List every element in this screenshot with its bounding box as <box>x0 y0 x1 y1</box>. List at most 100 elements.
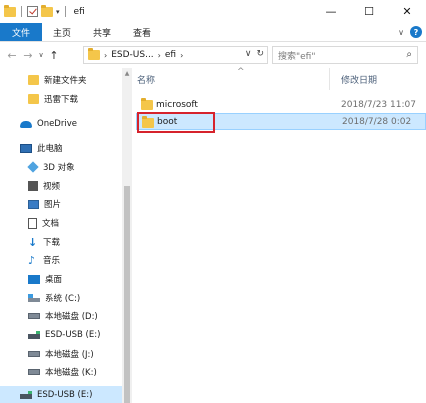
sidebar-item-this-pc[interactable]: 此电脑 <box>20 139 63 157</box>
drive-icon <box>28 313 40 319</box>
navigation-bar: ← → ∨ ↑ › ESD-US... › efi › ∨ ↻ 搜索"efi" … <box>0 42 426 68</box>
computer-icon <box>20 143 32 153</box>
sidebar-item-label: 本地磁盘 (J:) <box>45 350 94 360</box>
drive-icon <box>28 351 40 357</box>
recent-locations-button[interactable]: ∨ <box>36 51 46 59</box>
customize-toolbar-icon[interactable]: ▾ <box>56 8 60 16</box>
sidebar-item-label: 此电脑 <box>37 144 63 154</box>
folder-icon <box>142 116 154 128</box>
scrollbar-thumb[interactable] <box>124 186 130 403</box>
ribbon-controls: ∨ ? <box>398 26 422 38</box>
up-button[interactable]: ↑ <box>46 49 62 62</box>
column-header-name[interactable]: 名称 ^ <box>137 67 327 90</box>
sidebar-item-label: 3D 对象 <box>43 163 75 173</box>
scroll-up-icon[interactable]: ▲ <box>122 70 132 77</box>
breadcrumb-separator-icon[interactable]: › <box>180 51 183 60</box>
sidebar-item-onedrive[interactable]: OneDrive <box>20 115 77 133</box>
sidebar-item-desktop[interactable]: 桌面 <box>28 270 62 288</box>
sidebar-item-label: 系统 (C:) <box>45 294 81 304</box>
sidebar-item-label: 桌面 <box>45 275 63 285</box>
file-row-microsoft[interactable]: microsoft 2018/7/23 11:07 <box>136 96 426 113</box>
ribbon-tabs: 文件 主页 共享 查看 ∨ ? <box>0 23 426 42</box>
navigation-pane: 新建文件夹 迅雷下载 OneDrive 此电脑 3D 对象 视频 图片 文档 ↓… <box>0 68 122 403</box>
window-controls: — ☐ ✕ <box>312 0 426 23</box>
search-input[interactable]: 搜索"efi" ⌕ <box>272 46 418 64</box>
file-modified-date: 2018/7/23 11:07 <box>341 99 416 110</box>
sidebar-item-3d-objects[interactable]: 3D 对象 <box>27 158 75 176</box>
title-bar: ▾ efi — ☐ ✕ <box>0 0 426 23</box>
tab-file[interactable]: 文件 <box>0 23 43 41</box>
sidebar-item-drive-d[interactable]: 本地磁盘 (D:) <box>28 307 98 325</box>
sidebar-item-label: 下载 <box>43 238 61 248</box>
sidebar-item-label: 音乐 <box>43 256 61 266</box>
search-placeholder: 搜索"efi" <box>278 51 316 62</box>
usb-drive-icon <box>28 331 40 339</box>
window-title: efi <box>73 6 85 17</box>
close-button[interactable]: ✕ <box>388 0 426 23</box>
folder-icon <box>28 75 39 85</box>
sidebar-item-usb-root[interactable]: ESD-USB (E:) <box>0 386 122 403</box>
pictures-icon <box>28 199 39 209</box>
address-bar[interactable]: › ESD-US... › efi › ∨ ↻ <box>83 46 268 64</box>
forward-button[interactable]: → <box>20 49 36 62</box>
address-dropdown-icon[interactable]: ∨ <box>245 49 252 59</box>
sidebar-item-downloads[interactable]: ↓ 下载 <box>28 233 60 251</box>
tab-view[interactable]: 查看 <box>122 23 162 41</box>
search-icon[interactable]: ⌕ <box>406 49 412 60</box>
divider <box>64 6 66 17</box>
sidebar-item-label: ESD-USB (E:) <box>37 390 93 400</box>
breadcrumb-separator-icon[interactable]: › <box>158 51 161 60</box>
address-controls: ∨ ↻ <box>245 49 264 59</box>
music-icon: ♪ <box>28 253 36 267</box>
sidebar-item-label: ESD-USB (E:) <box>45 330 101 340</box>
sidebar-item-label: 新建文件夹 <box>44 76 87 86</box>
new-folder-icon[interactable] <box>41 4 53 17</box>
sidebar-scrollbar[interactable]: ▲ <box>122 68 132 403</box>
sidebar-item-label: 迅雷下载 <box>44 95 79 105</box>
sidebar-item-xunlei[interactable]: 迅雷下载 <box>28 90 78 108</box>
minimize-button[interactable]: — <box>312 0 350 23</box>
back-button[interactable]: ← <box>4 49 20 62</box>
sidebar-item-label: 本地磁盘 (K:) <box>45 368 97 378</box>
sidebar-item-drive-e[interactable]: ESD-USB (E:) <box>28 326 100 344</box>
column-divider[interactable] <box>329 68 330 90</box>
sidebar-item-videos[interactable]: 视频 <box>28 177 60 195</box>
sidebar-item-new-folder[interactable]: 新建文件夹 <box>28 71 87 89</box>
file-row-boot[interactable]: boot 2018/7/28 0:02 <box>136 112 426 133</box>
3d-objects-icon <box>27 161 39 173</box>
sort-ascending-icon: ^ <box>237 67 245 77</box>
sidebar-item-music[interactable]: ♪ 音乐 <box>28 251 60 269</box>
folder-icon <box>141 98 153 110</box>
cloud-icon <box>20 120 32 128</box>
sidebar-item-drive-k[interactable]: 本地磁盘 (K:) <box>28 363 97 381</box>
help-icon[interactable]: ? <box>410 26 422 38</box>
sidebar-item-drive-j[interactable]: 本地磁盘 (J:) <box>28 345 94 363</box>
maximize-button[interactable]: ☐ <box>350 0 388 23</box>
breadcrumb-separator-icon[interactable]: › <box>104 51 107 60</box>
desktop-icon <box>28 274 40 284</box>
breadcrumb-item[interactable]: efi <box>165 50 176 60</box>
tab-home[interactable]: 主页 <box>42 23 82 41</box>
tab-share[interactable]: 共享 <box>82 23 122 41</box>
sidebar-item-pictures[interactable]: 图片 <box>28 195 61 213</box>
sidebar-item-drive-c[interactable]: 系统 (C:) <box>28 289 80 307</box>
sidebar-item-label: 本地磁盘 (D:) <box>45 312 98 322</box>
divider <box>21 6 22 17</box>
sidebar-item-label: OneDrive <box>37 119 77 129</box>
column-modified-label: 修改日期 <box>341 75 378 86</box>
usb-drive-icon <box>20 391 32 399</box>
folder-icon <box>4 4 16 17</box>
folder-icon <box>88 48 100 60</box>
drive-icon <box>28 369 40 375</box>
properties-icon[interactable] <box>27 6 38 17</box>
file-name: microsoft <box>156 99 198 110</box>
breadcrumb-item[interactable]: ESD-US... <box>111 50 153 60</box>
video-icon <box>28 181 38 191</box>
file-name: boot <box>157 116 178 127</box>
column-header-modified[interactable]: 修改日期 <box>341 68 426 90</box>
sidebar-item-documents[interactable]: 文档 <box>28 214 59 232</box>
folder-icon <box>28 94 39 104</box>
expand-ribbon-icon[interactable]: ∨ <box>398 28 404 37</box>
refresh-icon[interactable]: ↻ <box>256 49 264 59</box>
documents-icon <box>28 217 37 229</box>
